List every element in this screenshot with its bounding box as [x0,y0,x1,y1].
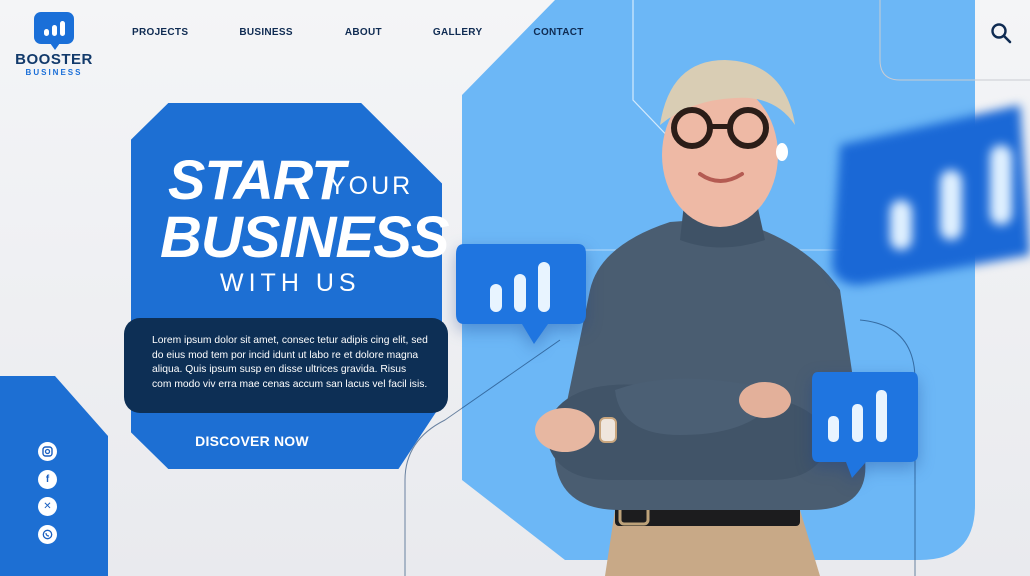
hero-description-box: Lorem ipsum dolor sit amet, consec tetur… [124,318,448,413]
main-nav: PROJECTS BUSINESS ABOUT GALLERY CONTACT [116,27,584,38]
facebook-icon[interactable]: f [38,470,57,489]
nav-business[interactable]: BUSINESS [239,27,293,38]
brand-logo[interactable]: BOOSTER BUSINESS [14,12,94,82]
hero-title-business: BUSINESS [160,205,450,270]
hero-title-start: START [168,148,345,211]
x-icon[interactable]: ✕ [38,497,57,516]
nav-projects[interactable]: PROJECTS [132,27,188,38]
hero-title-with-us: WITH US [220,269,361,297]
chart-bubble-icon [812,372,918,478]
chart-bubble-icon [456,244,586,344]
chart-bubble-icon [832,105,1030,285]
discover-now-button[interactable]: DISCOVER NOW [190,428,314,454]
nav-gallery[interactable]: GALLERY [433,27,483,38]
chart-logo-icon [34,12,74,50]
instagram-icon[interactable] [38,442,57,461]
hero-title-your: YOUR [329,172,414,200]
nav-contact[interactable]: CONTACT [533,27,583,38]
whatsapp-icon[interactable] [38,525,57,544]
search-icon[interactable] [990,22,1012,44]
brand-name: BOOSTER [15,51,93,68]
nav-about[interactable]: ABOUT [345,27,382,38]
hero-description: Lorem ipsum dolor sit amet, consec tetur… [152,335,428,390]
brand-tagline: BUSINESS [25,68,83,77]
